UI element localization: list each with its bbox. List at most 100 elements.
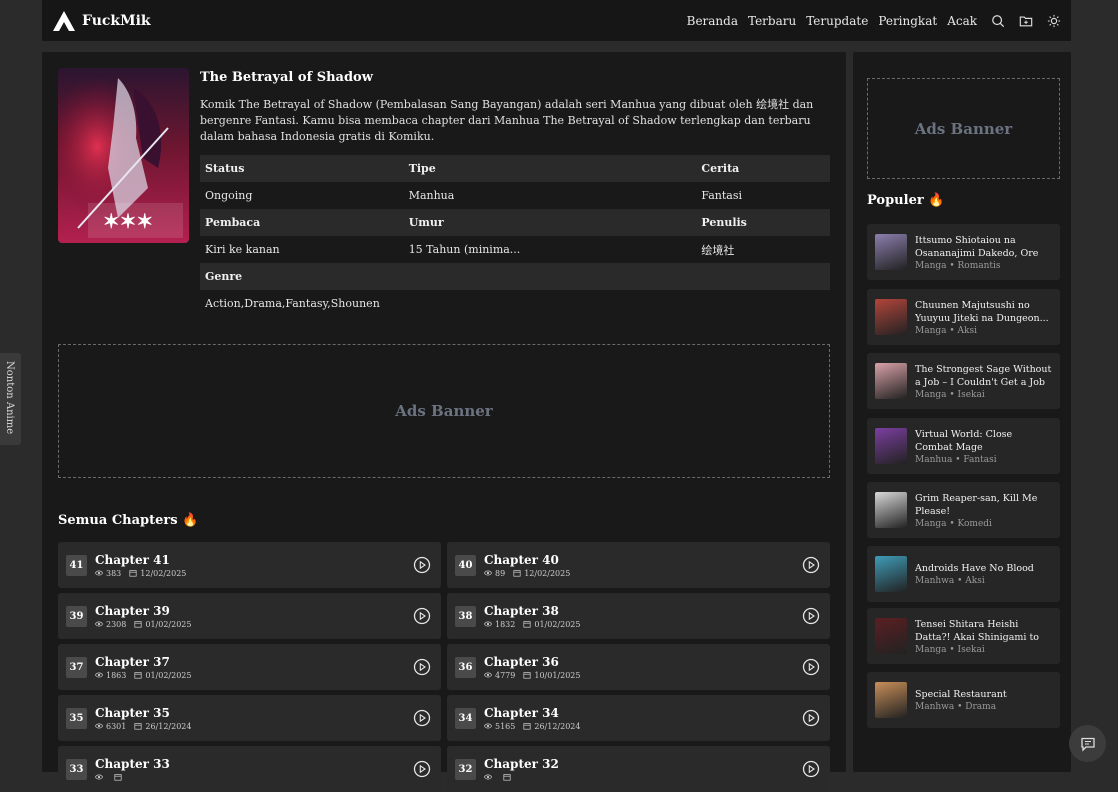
chapter-date: 26/12/2024 [145, 721, 192, 731]
calendar-icon [114, 774, 122, 781]
play-icon[interactable] [413, 607, 431, 625]
chapter-views: 6301 [106, 721, 127, 731]
chapter-name: Chapter 32 [484, 757, 559, 771]
chapters-section-title: Semua Chapters 🔥 [58, 513, 199, 528]
play-icon[interactable] [802, 556, 820, 574]
chapter-text: Chapter 35 6301 26/12/2024 [95, 706, 191, 731]
eye-icon [484, 774, 492, 780]
popular-item[interactable]: Chuunen Majutsushi no Yuuyuu Jiteki na D… [867, 289, 1060, 345]
popular-item[interactable]: Ittsumo Shiotaiou na Osananajimi Dakedo,… [867, 224, 1060, 280]
nonton-anime-tab[interactable]: Nonton Anime [0, 353, 21, 445]
calendar-icon [523, 621, 531, 628]
chapter-item[interactable]: 37 Chapter 37 1863 01/02/2025 [58, 644, 441, 690]
popular-subtitle: Manga • Komedi [915, 518, 992, 529]
play-icon[interactable] [413, 658, 431, 676]
chapter-number: 39 [66, 605, 87, 627]
umur-value: 15 Tahun (minima... [408, 243, 521, 256]
play-icon[interactable] [802, 607, 820, 625]
eye-icon [95, 672, 103, 678]
genre-label: Genre [200, 263, 830, 290]
nav-beranda[interactable]: Beranda [687, 14, 738, 28]
play-icon[interactable] [413, 760, 431, 778]
chapter-date: 12/02/2025 [524, 568, 571, 578]
chapter-item[interactable]: 32 Chapter 32 [447, 746, 830, 792]
comic-meta-table: Status Tipe Cerita Ongoing Manhua Fantas… [200, 155, 830, 317]
popular-item[interactable]: Grim Reaper-san, Kill Me Please! Manga • … [867, 482, 1060, 538]
chapter-date: 10/01/2025 [534, 670, 581, 680]
popular-title: Tensei Shitara Heishi Datta?! Akai Shini… [915, 618, 1040, 643]
chapter-item[interactable]: 34 Chapter 34 5165 26/12/2024 [447, 695, 830, 741]
ads-banner-label: Ads Banner [914, 119, 1013, 138]
search-icon[interactable] [991, 14, 1005, 28]
play-icon[interactable] [413, 556, 431, 574]
play-icon[interactable] [802, 760, 820, 778]
popular-text: Ittsumo Shiotaiou na Osananajimi Dakedo,… [915, 234, 1052, 271]
eye-icon [484, 723, 492, 729]
chapter-date: 01/02/2025 [145, 670, 192, 680]
nav-peringkat[interactable]: Peringkat [878, 14, 937, 28]
chapter-text: Chapter 40 89 12/02/2025 [484, 553, 570, 578]
chat-button[interactable] [1069, 725, 1106, 762]
comic-description: Komik The Betrayal of Shadow (Pembalasan… [200, 98, 814, 143]
chapter-views: 4779 [495, 670, 516, 680]
popular-subtitle: Manga • Romantis [915, 260, 1001, 271]
chapter-name: Chapter 33 [95, 757, 170, 771]
popular-item[interactable]: Androids Have No Blood Manhwa • Aksi [867, 546, 1060, 602]
play-icon[interactable] [413, 709, 431, 727]
calendar-icon [134, 723, 142, 730]
popular-text: Chuunen Majutsushi no Yuuyuu Jiteki na D… [915, 299, 1052, 336]
chapter-meta: 1832 01/02/2025 [484, 620, 580, 629]
popular-subtitle: Manga • Isekai [915, 389, 985, 400]
status-value: Ongoing [205, 189, 253, 202]
chapter-name: Chapter 36 [484, 654, 559, 669]
nav-terupdate[interactable]: Terupdate [806, 14, 868, 28]
popular-title: Grim Reaper-san, Kill Me Please! [915, 492, 1038, 517]
popular-thumbnail [875, 428, 907, 464]
popular-item[interactable]: The Strongest Sage Without a Job – I Cou… [867, 353, 1060, 409]
ads-banner-main[interactable]: Ads Banner [58, 344, 830, 478]
eye-icon [95, 774, 103, 780]
eye-icon [95, 723, 103, 729]
popular-item[interactable]: Virtual World: Close Combat Mage Manhua •… [867, 418, 1060, 474]
folder-icon[interactable] [1019, 14, 1033, 28]
popular-item[interactable]: Tensei Shitara Heishi Datta?! Akai Shini… [867, 608, 1060, 664]
eye-icon [484, 570, 492, 576]
chapter-item[interactable]: 39 Chapter 39 2308 01/02/2025 [58, 593, 441, 639]
chat-icon [1080, 737, 1095, 752]
nav-acak[interactable]: Acak [947, 14, 977, 28]
popular-thumbnail [875, 492, 907, 528]
calendar-icon [503, 774, 511, 781]
chapter-item[interactable]: 38 Chapter 38 1832 01/02/2025 [447, 593, 830, 639]
eye-icon [95, 621, 103, 627]
popular-item[interactable]: Special Restaurant Manhwa • Drama [867, 672, 1060, 728]
chapter-item[interactable]: 33 Chapter 33 [58, 746, 441, 792]
popular-text: Tensei Shitara Heishi Datta?! Akai Shini… [915, 618, 1052, 655]
comic-title: The Betrayal of Shadow [200, 70, 373, 85]
nav-terbaru[interactable]: Terbaru [748, 14, 796, 28]
chapter-name: Chapter 41 [95, 552, 170, 567]
chapter-item[interactable]: 40 Chapter 40 89 12/02/2025 [447, 542, 830, 588]
nonton-anime-label: Nonton Anime [4, 361, 15, 435]
play-icon[interactable] [802, 658, 820, 676]
chapter-item[interactable]: 36 Chapter 36 4779 10/01/2025 [447, 644, 830, 690]
chapter-number: 32 [455, 758, 476, 780]
chapter-text: Chapter 38 1832 01/02/2025 [484, 604, 580, 629]
chapter-views: 89 [495, 568, 506, 578]
popular-title: Androids Have No Blood [915, 563, 1034, 574]
site-logo[interactable]: FuckMik [52, 10, 151, 32]
eye-icon [95, 570, 103, 576]
ads-banner-side[interactable]: Ads Banner [867, 78, 1060, 179]
chapter-name: Chapter 34 [484, 705, 559, 720]
chapter-number: 36 [455, 656, 476, 678]
status-label: Status [200, 155, 404, 182]
sun-icon[interactable] [1047, 14, 1061, 28]
chapter-meta [95, 773, 170, 781]
popular-subtitle: Manga • Isekai [915, 644, 985, 655]
tipe-label: Tipe [403, 155, 697, 182]
chapter-text: Chapter 36 4779 10/01/2025 [484, 655, 580, 680]
chapter-item[interactable]: 35 Chapter 35 6301 26/12/2024 [58, 695, 441, 741]
main-content: ✶✶✶ The Betrayal of Shadow Komik The Bet… [42, 52, 846, 792]
chapter-meta: 383 12/02/2025 [95, 569, 186, 578]
chapter-item[interactable]: 41 Chapter 41 383 12/02/2025 [58, 542, 441, 588]
play-icon[interactable] [802, 709, 820, 727]
